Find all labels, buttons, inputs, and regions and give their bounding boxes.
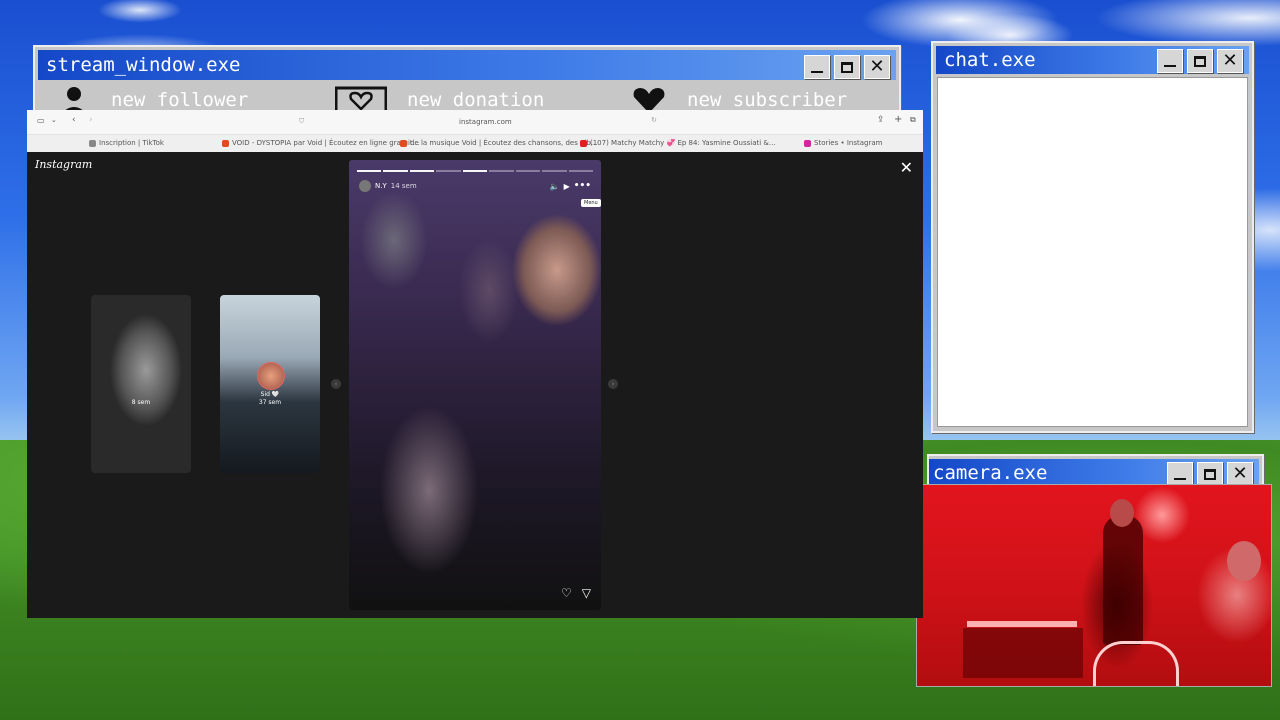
browser-toolbar: ▭ ⌄ ‹ › ⛉ instagram.com ↻ ⇪ + ⧉ — [27, 110, 923, 135]
next-story-button[interactable]: › — [608, 379, 618, 389]
tab-label: (107) Matchy Matchy 💞 Ep 84: Yasmine Ous… — [590, 139, 776, 147]
webcam-shelf — [967, 621, 1077, 627]
maximize-button[interactable] — [1187, 49, 1213, 73]
webcam-chair — [1093, 641, 1179, 686]
webcam-person-head — [1110, 499, 1134, 527]
chat-area[interactable] — [937, 77, 1248, 427]
reload-icon[interactable]: ↻ — [651, 116, 657, 124]
minimize-icon — [811, 71, 823, 73]
play-icon[interactable]: ▶ — [564, 182, 570, 191]
close-icon: ✕ — [1222, 50, 1238, 71]
story-time: 14 sem — [390, 182, 417, 190]
camera-window-titlebar[interactable]: camera.exe ✕ — [929, 459, 1259, 487]
back-icon[interactable]: ‹ — [72, 115, 76, 125]
close-icon[interactable]: ✕ — [900, 158, 913, 177]
story-preview-2[interactable]: Sid 🤍 37 sem — [220, 295, 320, 473]
close-icon: ✕ — [869, 56, 885, 77]
minimize-icon — [1174, 478, 1186, 480]
chevron-down-icon[interactable]: ⌄ — [51, 116, 57, 124]
tab-favicon — [400, 139, 407, 147]
chat-window-titlebar[interactable]: chat.exe ✕ — [936, 46, 1249, 74]
tab-tiktok[interactable]: Inscription | TikTok — [89, 139, 164, 147]
heart-icon[interactable]: ♡ — [561, 586, 572, 600]
tab-label: Inscription | TikTok — [99, 139, 164, 147]
webcam-feed — [916, 484, 1272, 687]
close-button[interactable]: ✕ — [864, 55, 890, 79]
send-icon[interactable]: ▽ — [582, 586, 591, 600]
active-story[interactable]: N.Y 14 sem 🔈 ▶ ••• Menu ♡ ▽ — [349, 160, 601, 610]
maximize-icon — [1204, 468, 1216, 480]
tab-label: de la musique Void | Écoutez des chanson… — [410, 139, 598, 147]
sidebar-toggle-icon[interactable]: ▭ — [37, 116, 45, 125]
alert-follower-label: new follower — [111, 89, 249, 111]
camera-window-title: camera.exe — [933, 462, 1048, 484]
tab-favicon — [89, 139, 96, 147]
tab-void-dystopia[interactable]: VOID - DYSTOPIA par Void | Écoutez en li… — [222, 139, 419, 147]
close-button[interactable]: ✕ — [1227, 462, 1253, 486]
maximize-icon — [841, 61, 853, 73]
story-progress-bar — [357, 170, 593, 172]
browser-window: ▭ ⌄ ‹ › ⛉ instagram.com ↻ ⇪ + ⧉ Inscript… — [27, 110, 923, 618]
tab-instagram-stories[interactable]: Stories • Instagram — [804, 139, 882, 147]
avatar[interactable] — [359, 180, 371, 192]
minimize-button[interactable] — [1157, 49, 1183, 73]
tab-void-music[interactable]: de la musique Void | Écoutez des chanson… — [400, 139, 597, 147]
new-tab-icon[interactable]: + — [894, 114, 902, 125]
tab-overview-icon[interactable]: ⧉ — [910, 115, 916, 125]
minimize-button[interactable] — [804, 55, 830, 79]
stream-window-titlebar[interactable]: stream_window.exe ✕ — [38, 50, 896, 80]
address-bar[interactable]: instagram.com — [459, 118, 512, 126]
tab-label: Stories • Instagram — [814, 139, 883, 147]
maximize-icon — [1194, 55, 1206, 67]
instagram-logo[interactable]: Instagram — [35, 158, 92, 171]
chat-window: chat.exe ✕ — [931, 41, 1254, 433]
story-preview-time: 8 sem — [131, 399, 151, 406]
minimize-icon — [1164, 65, 1176, 67]
stream-window-title: stream_window.exe — [46, 54, 241, 76]
maximize-button[interactable] — [1197, 462, 1223, 486]
tab-favicon — [804, 139, 811, 147]
story-header: N.Y 14 sem 🔈 ▶ ••• — [359, 180, 591, 192]
close-icon: ✕ — [1232, 463, 1248, 484]
webcam-person-right — [1227, 541, 1261, 581]
alert-donation-label: new donation — [407, 89, 545, 111]
story-preview-time: 37 sem — [258, 399, 282, 406]
instagram-stories-viewer: Instagram ✕ 8 sem Sid 🤍 37 sem ‹ › N.Y 1… — [27, 152, 923, 618]
more-options-icon[interactable]: ••• — [574, 181, 591, 191]
forward-icon[interactable]: › — [89, 115, 93, 125]
browser-tabs: Inscription | TikTok VOID - DYSTOPIA par… — [27, 135, 923, 153]
webcam-desk — [963, 628, 1083, 678]
story-actions: ♡ ▽ — [561, 586, 591, 600]
close-button[interactable]: ✕ — [1217, 49, 1243, 73]
share-icon[interactable]: ⇪ — [877, 115, 885, 125]
chat-window-title: chat.exe — [944, 49, 1036, 71]
tab-matchy-matchy[interactable]: (107) Matchy Matchy 💞 Ep 84: Yasmine Ous… — [580, 139, 776, 147]
previous-story-button[interactable]: ‹ — [331, 379, 341, 389]
menu-tooltip: Menu — [581, 199, 601, 207]
alert-subscriber-label: new subscriber — [687, 89, 848, 111]
mute-icon[interactable]: 🔈 — [550, 182, 560, 191]
tab-favicon — [580, 139, 587, 147]
webcam-person-standing — [1103, 515, 1143, 645]
minimize-button[interactable] — [1167, 462, 1193, 486]
tab-favicon — [222, 139, 229, 147]
story-username[interactable]: N.Y — [375, 182, 387, 190]
story-preview-1[interactable]: 8 sem — [91, 295, 191, 473]
story-preview-name: Sid 🤍 — [260, 391, 280, 398]
shield-icon: ⛉ — [299, 117, 305, 125]
maximize-button[interactable] — [834, 55, 860, 79]
avatar — [257, 362, 285, 390]
stream-window: stream_window.exe ✕ new follower new don… — [33, 45, 901, 119]
tab-label: VOID - DYSTOPIA par Void | Écoutez en li… — [232, 139, 420, 147]
